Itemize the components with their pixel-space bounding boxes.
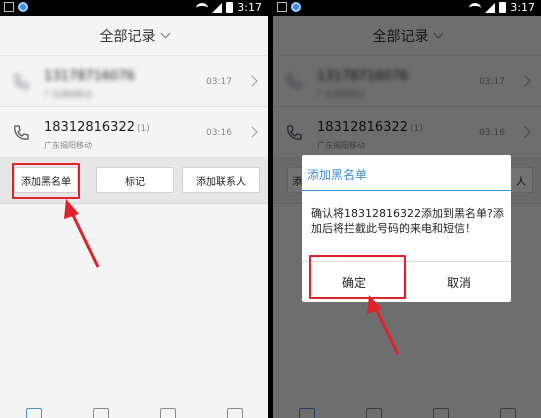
bottom-navigation <box>0 404 268 418</box>
wifi-icon <box>469 2 482 13</box>
status-time: 3:17 <box>237 1 262 14</box>
status-bar: 3:17 <box>273 0 541 16</box>
caller-location: 广东揭阳移动 <box>44 90 92 99</box>
caller-number: 18312816322(1) <box>44 120 150 135</box>
right-screenshot: 3:17 全部记录 13178716076 广东揭阳移动 03:17 18312… <box>273 0 541 418</box>
phone-icon <box>14 125 29 140</box>
caller-number: 13178716076 <box>44 69 135 84</box>
caller-location: 广东揭阳移动 <box>44 141 92 150</box>
add-contact-button[interactable]: 添加联系人 <box>182 167 260 193</box>
cancel-button[interactable]: 取消 <box>407 262 511 302</box>
notification-icon <box>277 2 287 12</box>
phone-icon <box>14 74 29 89</box>
number-text: 18312816322 <box>44 120 135 135</box>
left-screenshot: 3:17 全部记录 13178716076 广东揭阳移动 03:17 18312… <box>0 0 268 418</box>
status-bar: 3:17 <box>0 0 268 16</box>
chevron-right-icon[interactable] <box>246 75 258 87</box>
status-time: 3:17 <box>510 1 535 14</box>
dialog-message: 确认将18312816322添加到黑名单?添加后将拦截此号码的来电和短信！ <box>311 207 504 235</box>
dialog-title-divider <box>302 190 511 191</box>
battery-icon <box>499 2 507 13</box>
pointer-arrow-icon <box>367 295 400 355</box>
chevron-right-icon[interactable] <box>246 126 258 138</box>
call-log-row[interactable]: 18312816322(1) 广东揭阳移动 03:16 <box>0 108 268 158</box>
call-log-filter[interactable]: 全部记录 <box>0 16 268 56</box>
call-log-row[interactable]: 13178716076 广东揭阳移动 03:17 <box>0 57 268 107</box>
dialog-title: 添加黑名单 <box>307 168 368 182</box>
message-icon[interactable] <box>92 408 109 418</box>
signal-icon <box>485 2 496 13</box>
battery-icon <box>226 2 234 13</box>
notification-icon <box>4 2 14 12</box>
briefcase-icon[interactable] <box>226 408 243 418</box>
call-time: 03:16 <box>206 128 232 138</box>
page-title: 全部记录 <box>99 28 156 45</box>
mark-button[interactable]: 标记 <box>96 167 174 193</box>
contacts-icon[interactable] <box>159 408 176 418</box>
app-status-icon <box>18 2 28 12</box>
wifi-icon <box>196 2 209 13</box>
call-time: 03:17 <box>206 77 232 87</box>
pointer-arrow-icon <box>64 199 100 268</box>
highlight-box <box>12 163 80 199</box>
dialpad-icon[interactable] <box>25 408 42 418</box>
chevron-down-icon <box>160 28 170 39</box>
app-status-icon <box>291 2 301 12</box>
call-count: (1) <box>136 124 150 134</box>
signal-icon <box>212 2 223 13</box>
